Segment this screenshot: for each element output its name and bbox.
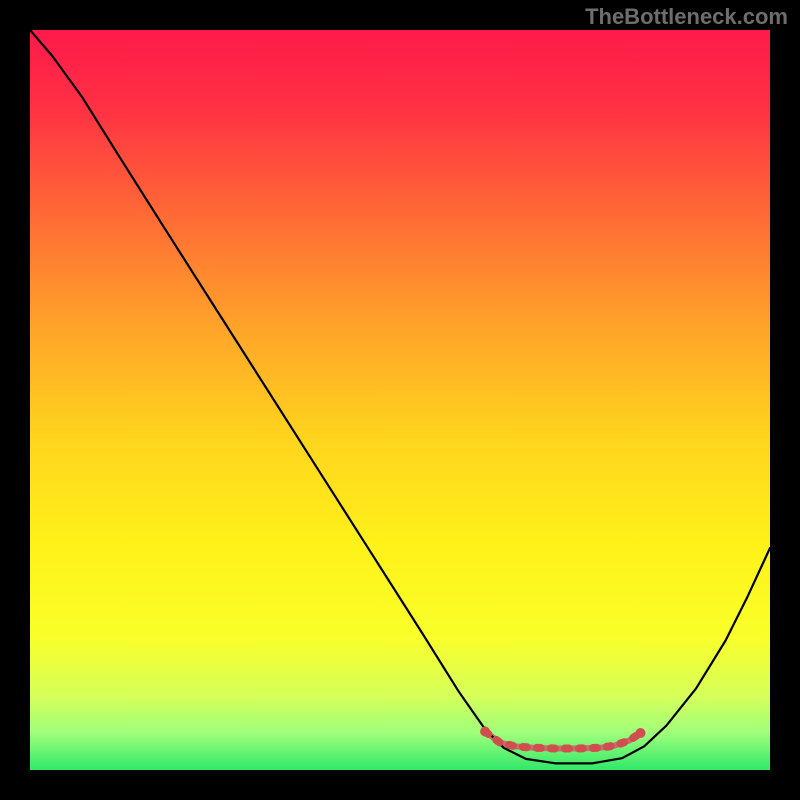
series-red-endpoint (480, 727, 490, 737)
gradient-background (30, 30, 770, 770)
plot-area (30, 30, 770, 770)
watermark-label: TheBottleneck.com (585, 4, 788, 30)
series-red-endpoint (636, 728, 646, 738)
chart-root: TheBottleneck.com (0, 0, 800, 800)
chart-svg (30, 30, 770, 770)
